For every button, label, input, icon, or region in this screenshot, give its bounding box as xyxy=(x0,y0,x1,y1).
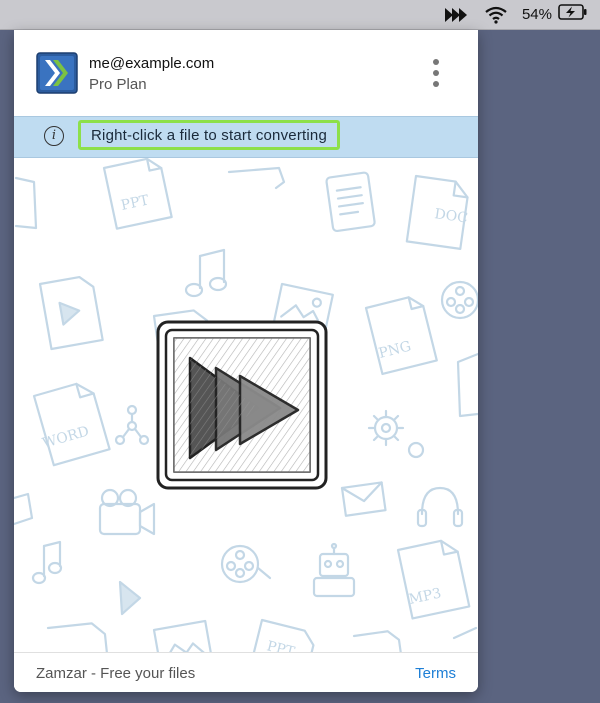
menu-bar: 54% xyxy=(0,0,600,30)
info-message: Right-click a file to start converting xyxy=(91,126,328,144)
doodle-label-ppt: PPT xyxy=(120,192,152,214)
account-email: me@example.com xyxy=(89,55,215,72)
account-header: me@example.com Pro Plan xyxy=(14,30,478,116)
account-plan: Pro Plan xyxy=(89,76,147,93)
terms-link[interactable]: Terms xyxy=(415,665,456,682)
info-icon: i xyxy=(44,126,64,146)
doodle-label-ppt-2: PPT xyxy=(265,638,297,652)
zamzar-popup: me@example.com Pro Plan i Right-click a … xyxy=(14,30,478,692)
doodle-label-mp3: MP3 xyxy=(408,585,443,607)
footer: Zamzar - Free your files Terms xyxy=(14,652,478,692)
footer-tagline: Zamzar - Free your files xyxy=(36,665,196,682)
doodle-label-word: WORD xyxy=(41,423,91,452)
battery-percentage: 54% xyxy=(521,6,552,23)
info-message-highlight: Right-click a file to start converting xyxy=(78,120,341,150)
drop-area: PPT DOC PNG WORD MP3 PPT xyxy=(14,158,478,652)
battery-charging-icon[interactable] xyxy=(558,3,588,26)
more-vertical-icon[interactable] xyxy=(426,54,446,94)
info-banner: i Right-click a file to start converting xyxy=(14,116,478,158)
doodle-label-png: PNG xyxy=(377,338,413,361)
fast-forward-icon[interactable] xyxy=(444,6,470,24)
zamzar-logo xyxy=(36,52,78,94)
doodle-label-doc: DOC xyxy=(433,206,468,226)
wifi-icon[interactable] xyxy=(484,6,508,24)
fast-forward-sketch-icon xyxy=(154,318,332,496)
